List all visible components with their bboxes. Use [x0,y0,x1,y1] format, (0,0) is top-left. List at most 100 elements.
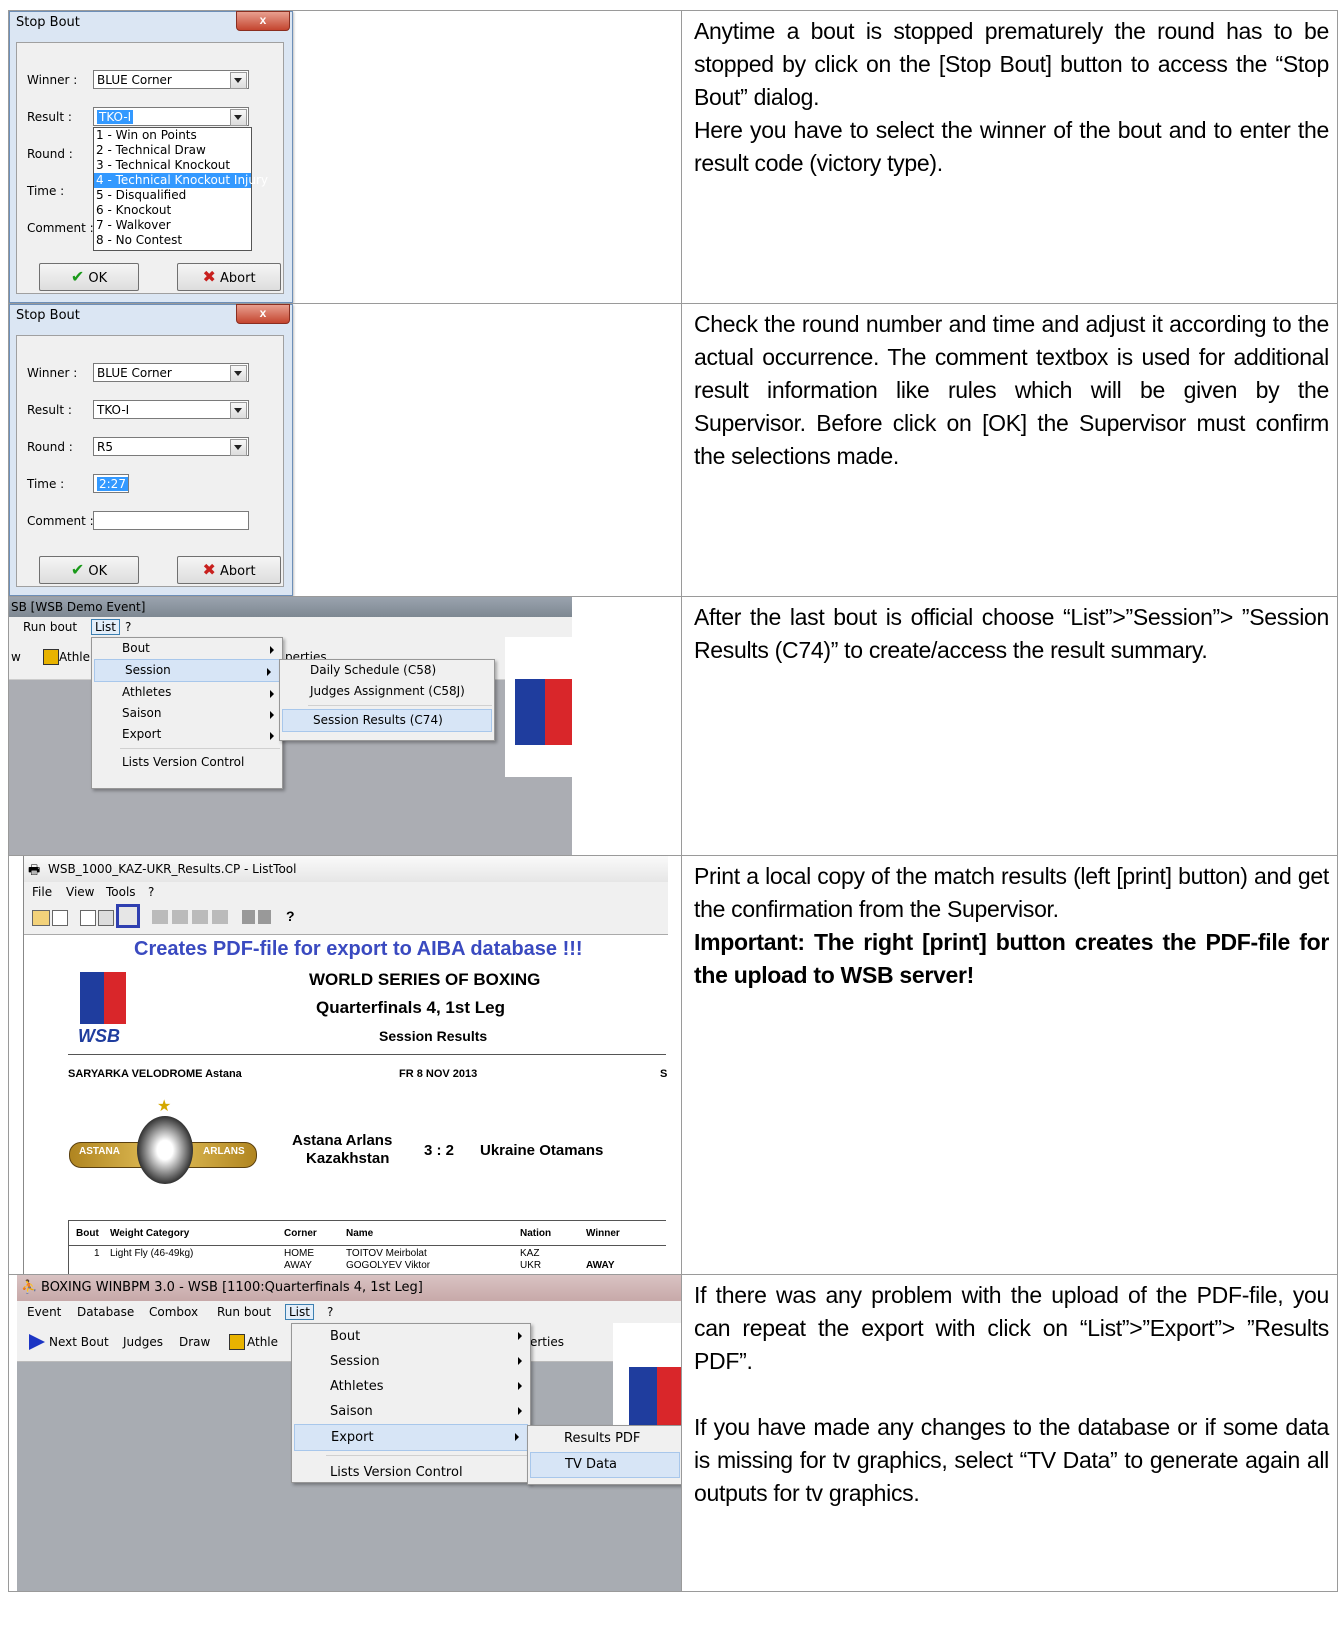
menu-tools[interactable]: Tools [106,885,136,899]
menu-item-label: Export [331,1430,374,1445]
away-team: Ukraine Otamans [480,1142,604,1159]
text-cell: Print a local copy of the match results … [681,855,1338,1275]
venue: SARYARKA VELODROME Astana [68,1068,242,1080]
list-item[interactable]: 7 - Walkover [94,218,251,233]
menu-item-lists-version-control[interactable]: Lists Version Control [92,752,282,773]
close-button[interactable]: x [236,11,290,31]
ok-button[interactable]: ✔ OK [39,556,139,584]
menu-view[interactable]: View [66,885,94,899]
winner-select[interactable]: BLUE Corner [93,70,249,89]
menu-item-saison[interactable]: Saison [292,1399,530,1424]
help-icon[interactable]: ? [286,908,295,924]
cell-bout: 1 [94,1248,100,1259]
draw-button[interactable]: Draw [179,1335,210,1349]
list-menu: Bout Session Athletes Saison Export List… [291,1323,531,1483]
chevron-down-icon[interactable] [230,72,247,89]
menu-item-session[interactable]: Session [94,659,280,682]
menu-event[interactable]: Event [27,1305,61,1319]
menu-list[interactable]: List [285,1304,314,1320]
menu-run-bout[interactable]: Run bout [217,1305,271,1319]
ok-button[interactable]: ✔ OK [39,263,139,291]
list-item[interactable]: 8 - No Contest [94,233,251,248]
menu-item-label: Judges Assignment (C58J) [310,684,465,698]
heading-session-results: Session Results [379,1028,488,1044]
menu-item-export[interactable]: Export [92,724,282,745]
time-label: Time : [27,477,65,491]
menu-item-label: Session [330,1354,380,1369]
result-select[interactable]: TKO-I [93,400,249,419]
menu-item-label: Lists Version Control [122,755,245,769]
menu-help[interactable]: ? [125,620,131,634]
title-bar: SB [WSB Demo Event] [9,597,572,617]
heading-world-series: WORLD SERIES OF BOXING [309,970,541,989]
menu-run-bout[interactable]: Run bout [23,620,77,634]
menu-item-label: Bout [330,1329,361,1344]
abort-button[interactable]: ✖ Abort [177,556,281,584]
chevron-down-icon[interactable] [230,439,247,456]
winner-select[interactable]: BLUE Corner [93,363,249,382]
round-select[interactable]: R5 [93,437,249,456]
menu-item-tv-data[interactable]: TV Data [530,1452,680,1478]
menu-file[interactable]: File [32,885,52,899]
preview-icon[interactable] [80,910,96,926]
list-item[interactable]: 5 - Disqualified [94,188,251,203]
logo-red-part [104,972,126,1024]
paragraph: If you have made any changes to the data… [694,1414,1329,1506]
result-select[interactable]: TKO-I [93,107,249,126]
stop-bout-dialog: Stop Bout x Winner : BLUE Corner Result … [9,304,293,596]
menu-item-bout[interactable]: Bout [292,1324,530,1349]
time-input[interactable]: 2:27 [93,474,129,493]
winner-value: BLUE Corner [97,366,172,380]
menu-list[interactable]: List [91,619,120,635]
next-bout-button[interactable]: Next Bout [49,1335,109,1349]
list-item[interactable]: 6 - Knockout [94,203,251,218]
copy-icon[interactable] [52,910,68,926]
menu-item-bout[interactable]: Bout [92,638,282,659]
cell-nation-away: UKR [520,1260,542,1271]
print-icon[interactable] [98,910,114,926]
athletes-button[interactable]: Athle [247,1335,278,1349]
chevron-down-icon[interactable] [230,402,247,419]
judges-button[interactable]: Judges [123,1335,163,1349]
menu-item-session[interactable]: Session [292,1349,530,1374]
result-dropdown-list[interactable]: 1 - Win on Points 2 - Technical Draw 3 -… [93,127,268,251]
menu-item-lists-version-control[interactable]: Lists Version Control [292,1460,530,1485]
text-cell: If there was any problem with the upload… [681,1274,1338,1592]
menu-item-session-results[interactable]: Session Results (C74) [282,709,492,732]
menu-item-athletes[interactable]: Athletes [292,1374,530,1399]
logo-blue-part [80,972,104,1024]
menu-item-saison[interactable]: Saison [92,703,282,724]
print-pdf-icon[interactable] [116,904,140,928]
menu-item-athletes[interactable]: Athletes [92,682,282,703]
menu-item-results-pdf[interactable]: Results PDF [528,1426,681,1452]
ok-label: OK [88,564,108,579]
abort-button[interactable]: ✖ Abort [177,263,281,291]
menu-item-judges-assignment[interactable]: Judges Assignment (C58J) [280,681,494,702]
close-button[interactable]: x [236,304,290,324]
toolbar-item[interactable]: Athle [59,650,90,664]
zoom-icons[interactable] [242,910,272,924]
list-item[interactable]: 1 - Win on Points [94,128,251,143]
chevron-down-icon[interactable] [230,109,247,126]
paragraph: Here you have to select the winner of th… [694,117,1329,176]
menu-item-label: Export [122,727,162,741]
menu-item-export[interactable]: Export [294,1424,528,1451]
menu-database[interactable]: Database [77,1305,134,1319]
list-item[interactable]: 3 - Technical Knockout [94,158,251,173]
menu-item-daily-schedule[interactable]: Daily Schedule (C58) [280,660,494,681]
window-title: WSB_1000_KAZ-UKR_Results.CP - ListTool [48,862,297,876]
menu-help[interactable]: ? [327,1305,333,1319]
chevron-down-icon[interactable] [230,365,247,382]
open-icon[interactable] [32,910,50,926]
logo-red-part [545,679,572,745]
navigation-icons[interactable] [152,910,232,924]
cell-weight: Light Fly (46-49kg) [110,1248,194,1259]
boxing-icon: ⛹ [21,1279,38,1294]
list-item[interactable]: 2 - Technical Draw [94,143,251,158]
play-icon [29,1334,45,1350]
toolbar-item[interactable]: w [11,650,21,664]
menu-help[interactable]: ? [148,885,154,899]
menu-combox[interactable]: Combox [149,1305,198,1319]
list-item[interactable]: 4 - Technical Knockout Injury [94,173,268,188]
comment-input[interactable] [93,511,249,530]
